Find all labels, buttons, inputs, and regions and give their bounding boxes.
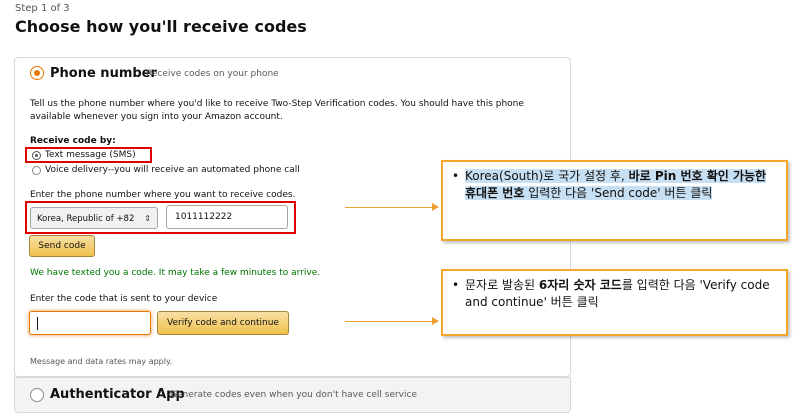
callout1-text-part2: 입력한 다음 'Send code' 버튼 클릭: [524, 186, 713, 200]
voice-radio[interactable]: [32, 166, 41, 175]
voice-label[interactable]: Voice delivery--you will receive an auto…: [45, 164, 300, 177]
bullet-icon: •: [452, 169, 460, 183]
callout-code-entry: • 문자로 발송된 6자리 숫자 코드를 입력한 다음 'Verify code…: [441, 269, 788, 336]
authenticator-option-radio[interactable]: [30, 388, 44, 402]
phone-option-radio[interactable]: [30, 66, 44, 80]
page-title: Choose how you'll receive codes: [15, 17, 307, 36]
authenticator-option-description: Generate codes even when you don't have …: [170, 390, 417, 400]
verify-code-button[interactable]: Verify code and continue: [157, 311, 289, 335]
callout2-text-bold: 6자리 숫자 코드: [538, 278, 622, 292]
verification-code-input[interactable]: [29, 311, 151, 335]
rates-footnote: Message and data rates may apply.: [30, 357, 173, 366]
callout-phone-entry: • Korea(South)로 국가 설정 후, 바로 Pin 번호 확인 가능…: [441, 160, 788, 241]
step-indicator: Step 1 of 3: [15, 3, 70, 14]
bullet-icon: •: [452, 278, 460, 292]
code-sent-message: We have texted you a code. It may take a…: [30, 268, 321, 278]
callout1-text-part1: Korea(South)로 국가 설정 후,: [465, 169, 629, 183]
phone-entry-highlight-box: [25, 201, 296, 234]
arrow-to-callout-2: [345, 317, 439, 325]
authenticator-option-title: Authenticator App: [50, 387, 185, 402]
arrow-to-callout-1: [345, 203, 439, 211]
text-caret: [37, 317, 38, 330]
phone-option-title: Phone number: [50, 66, 157, 81]
intro-text-line1: Tell us the phone number where you'd lik…: [30, 99, 524, 109]
sms-highlight-box: [25, 147, 152, 163]
send-code-button[interactable]: Send code: [29, 235, 95, 257]
callout2-text-part1: 문자로 발송된: [465, 278, 539, 292]
intro-text-line2: available whenever you sign into your Am…: [30, 112, 283, 122]
code-label: Enter the code that is sent to your devi…: [30, 294, 218, 304]
phone-option-description: Receive codes on your phone: [146, 69, 279, 79]
